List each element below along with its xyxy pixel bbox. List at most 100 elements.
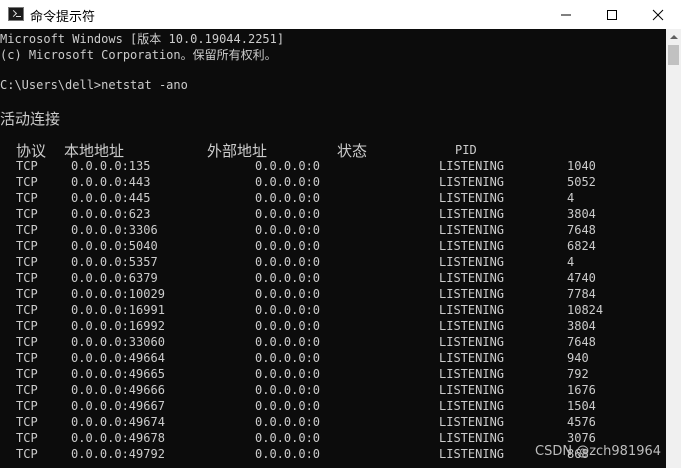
state-cell: LISTENING [439, 255, 505, 269]
foreign-address-cell: 0.0.0.0:0 [255, 383, 321, 397]
console-line-copyright: (c) Microsoft Corporation。保留所有权利。 [0, 48, 277, 62]
state-cell: LISTENING [439, 191, 505, 205]
foreign-address-cell: 0.0.0.0:0 [255, 415, 321, 429]
state-cell: LISTENING [439, 399, 505, 413]
protocol-cell: TCP [16, 351, 38, 365]
pid-cell: 4740 [567, 271, 596, 285]
state-cell: LISTENING [439, 159, 505, 173]
foreign-address-cell: 0.0.0.0:0 [255, 303, 321, 317]
local-address-cell: 0.0.0.0:135 [71, 159, 151, 173]
local-address-cell: 0.0.0.0:49665 [71, 367, 165, 381]
protocol-cell: TCP [16, 335, 38, 349]
pid-cell: 7784 [567, 287, 596, 301]
foreign-address-cell: 0.0.0.0:0 [255, 447, 321, 461]
state-cell: LISTENING [439, 431, 505, 445]
console-line-active-connections: 活动连接 [0, 110, 61, 128]
protocol-cell: TCP [16, 223, 38, 237]
protocol-cell: TCP [16, 415, 38, 429]
local-address-cell: 0.0.0.0:6379 [71, 271, 158, 285]
protocol-cell: TCP [16, 447, 38, 461]
header-pid: PID [455, 143, 477, 157]
protocol-cell: TCP [16, 175, 38, 189]
foreign-address-cell: 0.0.0.0:0 [255, 175, 321, 189]
local-address-cell: 0.0.0.0:443 [71, 175, 151, 189]
protocol-cell: TCP [16, 303, 38, 317]
protocol-cell: TCP [16, 159, 38, 173]
local-address-cell: 0.0.0.0:5040 [71, 239, 158, 253]
foreign-address-cell: 0.0.0.0:0 [255, 207, 321, 221]
scroll-up-arrow-icon[interactable] [666, 29, 681, 45]
protocol-cell: TCP [16, 367, 38, 381]
scrollbar-thumb[interactable] [668, 45, 679, 65]
state-cell: LISTENING [439, 415, 505, 429]
pid-cell: 3804 [567, 319, 596, 333]
vertical-scrollbar[interactable] [666, 29, 681, 468]
protocol-cell: TCP [16, 271, 38, 285]
title-bar[interactable]: 命令提示符 [0, 0, 681, 30]
state-cell: LISTENING [439, 271, 505, 285]
pid-cell: 940 [567, 351, 589, 365]
header-protocol: 协议 [16, 142, 47, 160]
pid-cell: 1040 [567, 159, 596, 173]
state-cell: LISTENING [439, 223, 505, 237]
header-state: 状态 [337, 142, 368, 160]
foreign-address-cell: 0.0.0.0:0 [255, 431, 321, 445]
local-address-cell: 0.0.0.0:49792 [71, 447, 165, 461]
pid-cell: 5052 [567, 175, 596, 189]
cmd-icon[interactable] [8, 7, 24, 21]
foreign-address-cell: 0.0.0.0:0 [255, 255, 321, 269]
local-address-cell: 0.0.0.0:49667 [71, 399, 165, 413]
pid-cell: 4 [567, 255, 575, 269]
close-button[interactable] [635, 0, 681, 29]
console-line-command: C:\Users\dell>netstat -ano [0, 78, 188, 92]
protocol-cell: TCP [16, 191, 38, 205]
state-cell: LISTENING [439, 303, 505, 317]
state-cell: LISTENING [439, 335, 505, 349]
local-address-cell: 0.0.0.0:3306 [71, 223, 158, 237]
console-output[interactable]: Microsoft Windows [版本 10.0.19044.2251] (… [0, 29, 666, 468]
state-cell: LISTENING [439, 367, 505, 381]
foreign-address-cell: 0.0.0.0:0 [255, 191, 321, 205]
foreign-address-cell: 0.0.0.0:0 [255, 399, 321, 413]
pid-cell: 7648 [567, 335, 596, 349]
header-foreign-address: 外部地址 [207, 142, 268, 160]
watermark: CSDN @zch981964 [535, 444, 662, 459]
pid-cell: 4 [567, 191, 575, 205]
pid-cell: 3804 [567, 207, 596, 221]
state-cell: LISTENING [439, 287, 505, 301]
local-address-cell: 0.0.0.0:33060 [71, 335, 165, 349]
pid-cell: 10824 [567, 303, 604, 317]
foreign-address-cell: 0.0.0.0:0 [255, 367, 321, 381]
pid-cell: 792 [567, 367, 589, 381]
foreign-address-cell: 0.0.0.0:0 [255, 335, 321, 349]
window-title: 命令提示符 [30, 10, 96, 25]
pid-cell: 6824 [567, 239, 596, 253]
local-address-cell: 0.0.0.0:49678 [71, 431, 165, 445]
foreign-address-cell: 0.0.0.0:0 [255, 319, 321, 333]
protocol-cell: TCP [16, 255, 38, 269]
protocol-cell: TCP [16, 207, 38, 221]
protocol-cell: TCP [16, 319, 38, 333]
foreign-address-cell: 0.0.0.0:0 [255, 271, 321, 285]
pid-cell: 1676 [567, 383, 596, 397]
foreign-address-cell: 0.0.0.0:0 [255, 159, 321, 173]
minimize-button[interactable] [543, 0, 589, 29]
local-address-cell: 0.0.0.0:16992 [71, 319, 165, 333]
close-icon [652, 9, 664, 21]
local-address-cell: 0.0.0.0:10029 [71, 287, 165, 301]
state-cell: LISTENING [439, 383, 505, 397]
local-address-cell: 0.0.0.0:16991 [71, 303, 165, 317]
local-address-cell: 0.0.0.0:5357 [71, 255, 158, 269]
minimize-icon [561, 14, 571, 16]
foreign-address-cell: 0.0.0.0:0 [255, 239, 321, 253]
protocol-cell: TCP [16, 239, 38, 253]
local-address-cell: 0.0.0.0:49674 [71, 415, 165, 429]
protocol-cell: TCP [16, 287, 38, 301]
foreign-address-cell: 0.0.0.0:0 [255, 223, 321, 237]
maximize-button[interactable] [589, 0, 635, 29]
pid-cell: 4576 [567, 415, 596, 429]
protocol-cell: TCP [16, 399, 38, 413]
local-address-cell: 0.0.0.0:623 [71, 207, 151, 221]
header-local-address: 本地地址 [64, 142, 125, 160]
pid-cell: 7648 [567, 223, 596, 237]
